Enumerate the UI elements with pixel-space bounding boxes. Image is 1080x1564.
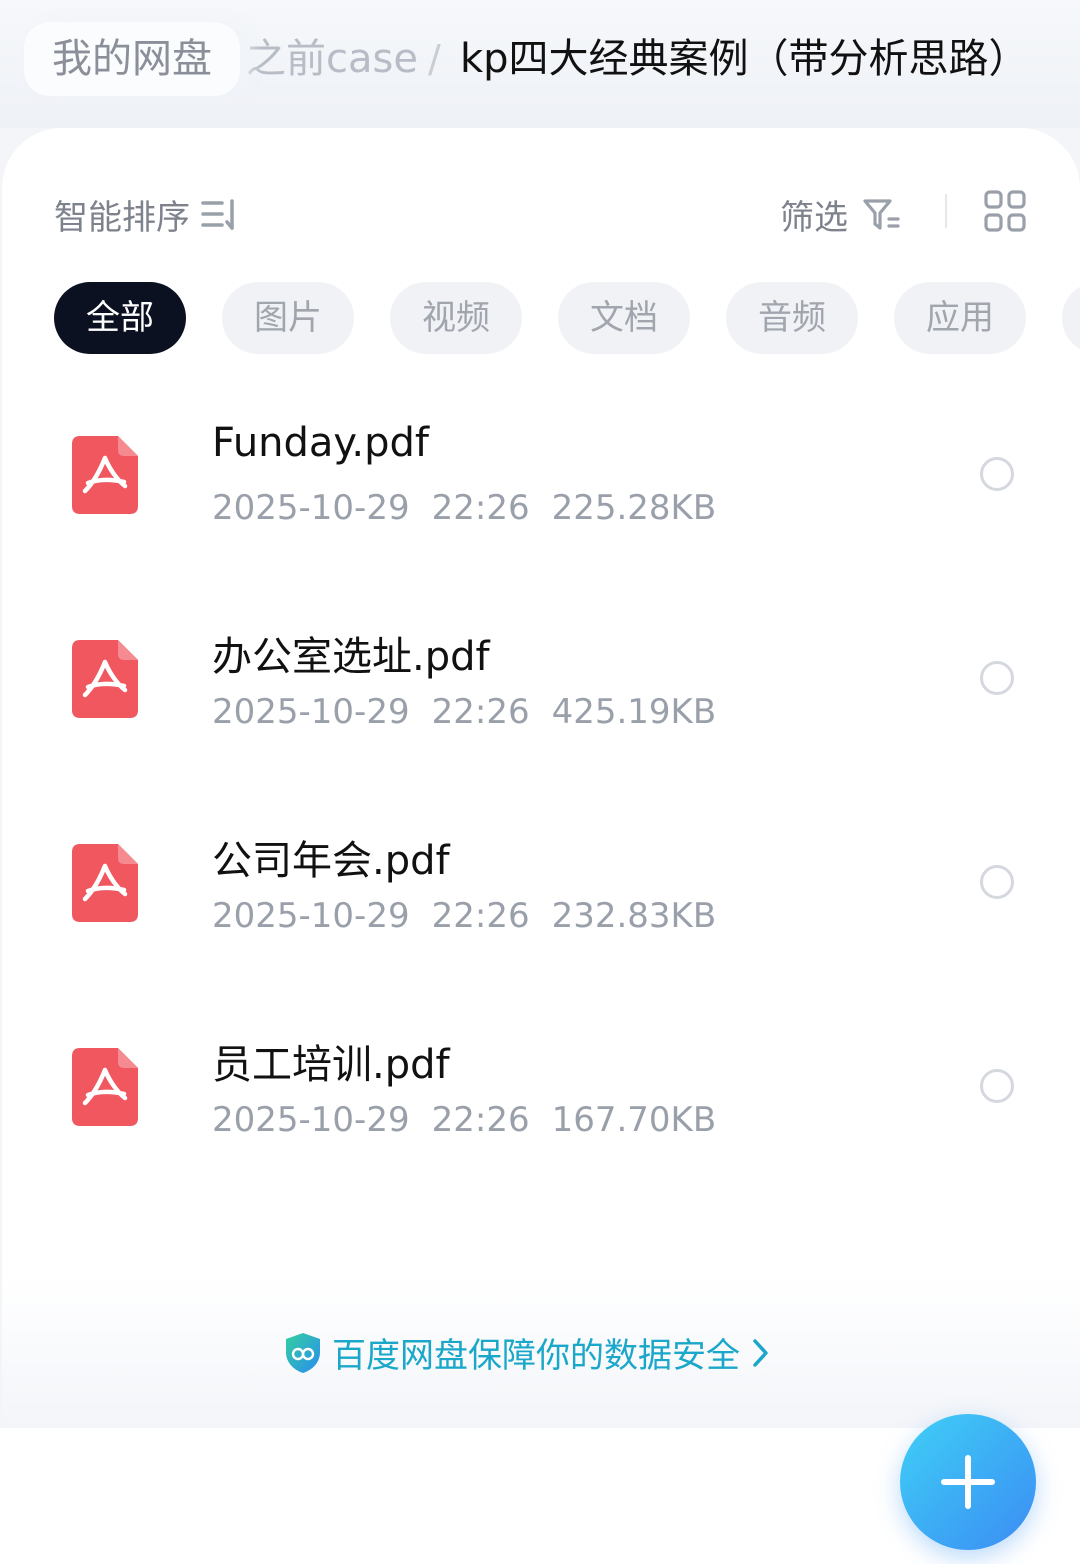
breadcrumb-current: kp四大经典案例（带分析思路） xyxy=(460,36,1029,82)
sort-icon xyxy=(201,198,234,230)
pdf-icon xyxy=(72,1048,138,1126)
file-meta: 2025-10-29 22:26 425.19KB xyxy=(212,692,738,732)
tab-more-partial[interactable] xyxy=(1062,282,1080,354)
plus-icon xyxy=(941,1455,995,1509)
breadcrumb-separator: / xyxy=(428,37,441,81)
select-checkbox[interactable] xyxy=(980,865,1014,899)
pdf-icon xyxy=(72,640,138,718)
chevron-right-icon xyxy=(753,1338,768,1367)
file-name[interactable]: 员工培训.pdf xyxy=(212,1032,450,1090)
tab-documents[interactable]: 文档 xyxy=(558,282,690,354)
file-row[interactable]: 员工培训.pdf 2025-10-29 22:26 167.70KB xyxy=(0,1012,1080,1216)
shield-icon xyxy=(286,1332,320,1373)
file-meta: 2025-10-29 22:26 167.70KB xyxy=(212,1100,738,1140)
select-checkbox[interactable] xyxy=(980,1069,1014,1103)
file-date: 2025-10-29 xyxy=(212,896,410,936)
file-meta: 2025-10-29 22:26 225.28KB xyxy=(212,488,738,528)
file-name[interactable]: Funday.pdf xyxy=(212,420,429,466)
security-banner[interactable]: 百度网盘保障你的数据安全 xyxy=(284,1328,772,1377)
tab-all[interactable]: 全部 xyxy=(54,282,186,354)
security-text: 百度网盘保障你的数据安全 xyxy=(332,1336,740,1376)
tab-videos[interactable]: 视频 xyxy=(390,282,522,354)
toolbar-divider xyxy=(945,194,947,228)
file-time: 22:26 xyxy=(431,896,530,936)
file-size: 167.70KB xyxy=(551,1100,717,1140)
sort-label: 智能排序 xyxy=(54,198,190,238)
select-checkbox[interactable] xyxy=(980,661,1014,695)
breadcrumb-root[interactable]: 我的网盘 xyxy=(24,22,240,96)
file-name[interactable]: 办公室选址.pdf xyxy=(212,624,490,682)
file-row[interactable]: Funday.pdf 2025-10-29 22:26 225.28KB xyxy=(0,400,1080,604)
pdf-icon xyxy=(72,844,138,922)
file-date: 2025-10-29 xyxy=(212,1100,410,1140)
tab-images[interactable]: 图片 xyxy=(222,282,354,354)
file-time: 22:26 xyxy=(431,488,530,528)
sort-button[interactable]: 智能排序 xyxy=(54,190,240,239)
category-tabs: 全部 图片 视频 文档 音频 应用 xyxy=(54,282,1080,354)
file-time: 22:26 xyxy=(431,1100,530,1140)
tab-apps[interactable]: 应用 xyxy=(894,282,1026,354)
file-name[interactable]: 公司年会.pdf xyxy=(212,828,450,886)
filter-icon xyxy=(863,198,900,230)
breadcrumb: 我的网盘 之前case / kp四大经典案例（带分析思路） xyxy=(0,0,1080,128)
add-button[interactable] xyxy=(900,1414,1036,1550)
file-date: 2025-10-29 xyxy=(212,692,410,732)
file-size: 425.19KB xyxy=(551,692,717,732)
file-size: 225.28KB xyxy=(551,488,717,528)
file-meta: 2025-10-29 22:26 232.83KB xyxy=(212,896,738,936)
file-size: 232.83KB xyxy=(551,896,717,936)
filter-button[interactable]: 筛选 xyxy=(780,190,902,239)
select-checkbox[interactable] xyxy=(980,457,1014,491)
filter-label: 筛选 xyxy=(780,198,848,238)
pdf-icon xyxy=(72,436,138,514)
file-time: 22:26 xyxy=(431,692,530,732)
grid-view-icon[interactable] xyxy=(984,190,1026,232)
breadcrumb-parent[interactable]: 之前case xyxy=(246,22,418,96)
file-row[interactable]: 公司年会.pdf 2025-10-29 22:26 232.83KB xyxy=(0,808,1080,1012)
file-date: 2025-10-29 xyxy=(212,488,410,528)
file-row[interactable]: 办公室选址.pdf 2025-10-29 22:26 425.19KB xyxy=(0,604,1080,808)
tab-audio[interactable]: 音频 xyxy=(726,282,858,354)
